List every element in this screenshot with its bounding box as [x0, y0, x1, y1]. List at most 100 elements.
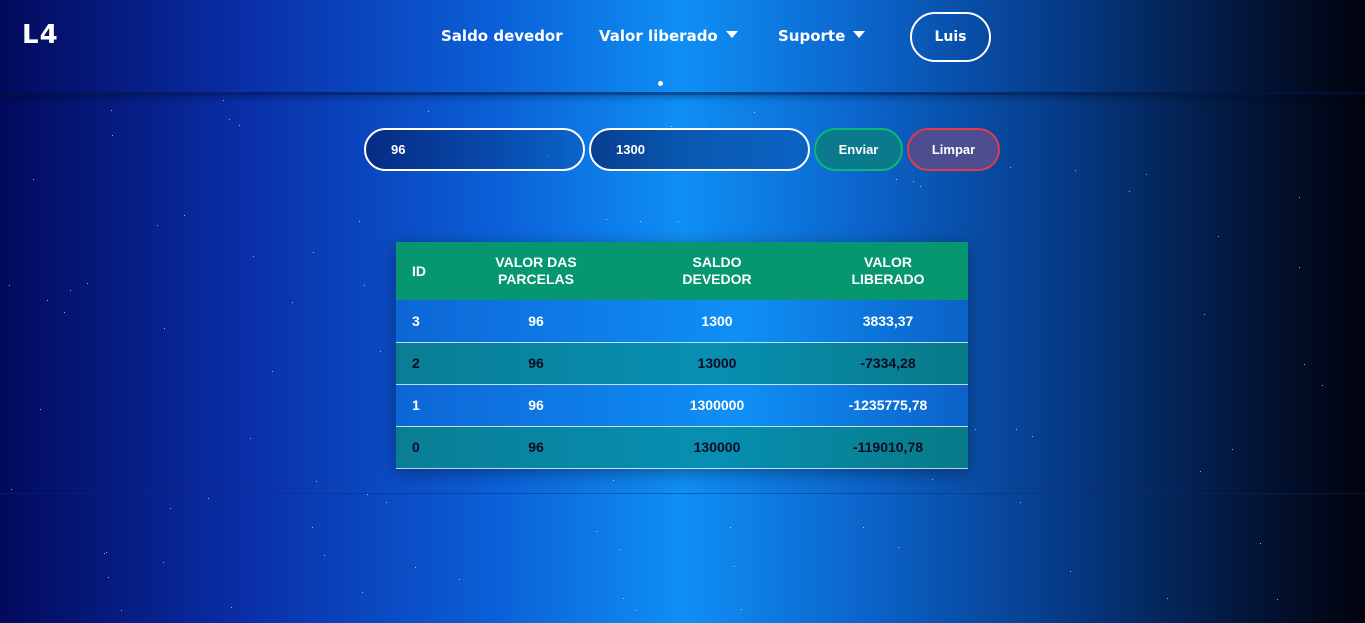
star-dot [428, 111, 429, 112]
star-dot [87, 283, 88, 284]
star-dot [312, 527, 313, 528]
chevron-down-icon [725, 31, 738, 38]
star-dot [606, 219, 607, 220]
cell-saldo-devedor: 1300 [701, 312, 733, 329]
star-dot [292, 302, 293, 303]
star-dot [1299, 197, 1300, 198]
cell-saldo-devedor: 13000 [697, 355, 737, 371]
star-dot [459, 579, 460, 580]
star-dot [1146, 174, 1147, 175]
nav-saldo-devedor-label: Saldo devedor [441, 27, 563, 45]
cell-valor-liberado: -7334,28 [860, 355, 916, 371]
star-dot [316, 481, 317, 482]
table-row: 3 96 1300 3833,37 [396, 300, 968, 342]
star-dot [170, 508, 171, 509]
star-dot [596, 531, 597, 532]
cell-valor-parcelas: 96 [528, 355, 544, 371]
star-dot [1032, 436, 1033, 437]
header-valor-parcelas-label: VALOR DAS PARCELAS [495, 254, 577, 287]
cell-saldo-devedor: 1300000 [689, 397, 745, 413]
star-dot [678, 221, 679, 222]
star-dot [913, 181, 914, 182]
star-dot [324, 555, 325, 556]
header-saldo-devedor: SALDO DEVEDOR [626, 242, 808, 300]
star-dot [367, 494, 368, 495]
nav-valor-liberado[interactable]: Valor liberado [599, 27, 738, 45]
star-dot [229, 119, 230, 120]
table-row: 2 96 13000 -7334,28 [396, 342, 968, 384]
top-navbar: L4 Saldo devedor Valor liberado Suporte … [0, 0, 1365, 95]
clear-button[interactable]: Limpar [907, 128, 1000, 171]
chevron-down-icon [853, 31, 866, 38]
star-dot [111, 110, 112, 111]
star-dot [754, 112, 755, 113]
header-valor-parcelas: VALOR DAS PARCELAS [446, 242, 626, 300]
star-dot [1020, 502, 1021, 503]
table-row: 0 96 130000 -119010,78 [396, 426, 968, 468]
star-dot [250, 438, 251, 439]
star-dot [106, 552, 107, 553]
cell-saldo-devedor: 130000 [693, 439, 741, 455]
star-dot [11, 489, 12, 490]
header-id: ID [412, 262, 426, 279]
nav-suporte[interactable]: Suporte [778, 27, 866, 45]
header-valor-liberado: VALOR LIBERADO [808, 242, 968, 300]
active-indicator-dot [658, 81, 663, 86]
nav-valor-liberado-label: Valor liberado [599, 27, 718, 45]
star-dot [1322, 385, 1323, 386]
results-table-container: ID VALOR DAS PARCELAS SALDO DEVEDOR VALO… [396, 242, 968, 469]
send-button[interactable]: Enviar [814, 128, 903, 171]
star-dot [898, 547, 899, 548]
star-dot [920, 186, 921, 187]
star-dot [359, 221, 360, 222]
star-dot [415, 567, 416, 568]
calculation-form: Enviar Limpar [0, 128, 1365, 171]
star-dot [47, 300, 48, 301]
cell-valor-liberado: 3833,37 [862, 312, 914, 329]
star-dot [975, 429, 976, 430]
star-dot [121, 610, 122, 611]
cell-valor-parcelas: 96 [528, 312, 544, 329]
star-dot [223, 100, 224, 101]
star-dot [64, 312, 65, 313]
cell-valor-liberado: -119010,78 [852, 439, 924, 455]
star-dot [741, 609, 742, 610]
header-saldo-devedor-label: SALDO DEVEDOR [682, 254, 752, 287]
table-row: 1 96 1300000 -1235775,78 [396, 384, 968, 426]
star-dot [896, 179, 897, 180]
user-menu-button[interactable]: Luis [910, 12, 991, 62]
star-dot [9, 285, 10, 286]
star-dot [313, 252, 314, 253]
star-dot [613, 480, 614, 481]
nav-saldo-devedor[interactable]: Saldo devedor [441, 27, 563, 45]
star-dot [635, 610, 636, 611]
star-dot [734, 566, 735, 567]
star-dot [1218, 236, 1219, 237]
star-dot [380, 351, 381, 352]
star-dot [231, 607, 232, 608]
star-dot [1129, 191, 1130, 192]
star-dot [730, 527, 731, 528]
star-dot [164, 328, 165, 329]
parcelas-input[interactable] [364, 128, 585, 171]
star-dot [1304, 364, 1305, 365]
star-dot [1277, 599, 1278, 600]
cell-valor-parcelas: 96 [528, 439, 544, 455]
star-dot [70, 290, 71, 291]
cell-valor-parcelas: 96 [528, 397, 544, 413]
star-dot [362, 592, 363, 593]
star-dot [1299, 267, 1300, 268]
star-dot [157, 225, 158, 226]
star-dot [620, 549, 621, 550]
star-dot [33, 179, 34, 180]
cell-id: 0 [412, 439, 420, 455]
star-dot [364, 285, 365, 286]
saldo-input[interactable] [589, 128, 810, 171]
nav-suporte-label: Suporte [778, 27, 846, 45]
star-dot [184, 215, 185, 216]
star-dot [1016, 429, 1017, 430]
star-dot [386, 502, 387, 503]
star-dot [1204, 314, 1205, 315]
star-dot [932, 479, 933, 480]
star-dot [208, 498, 209, 499]
